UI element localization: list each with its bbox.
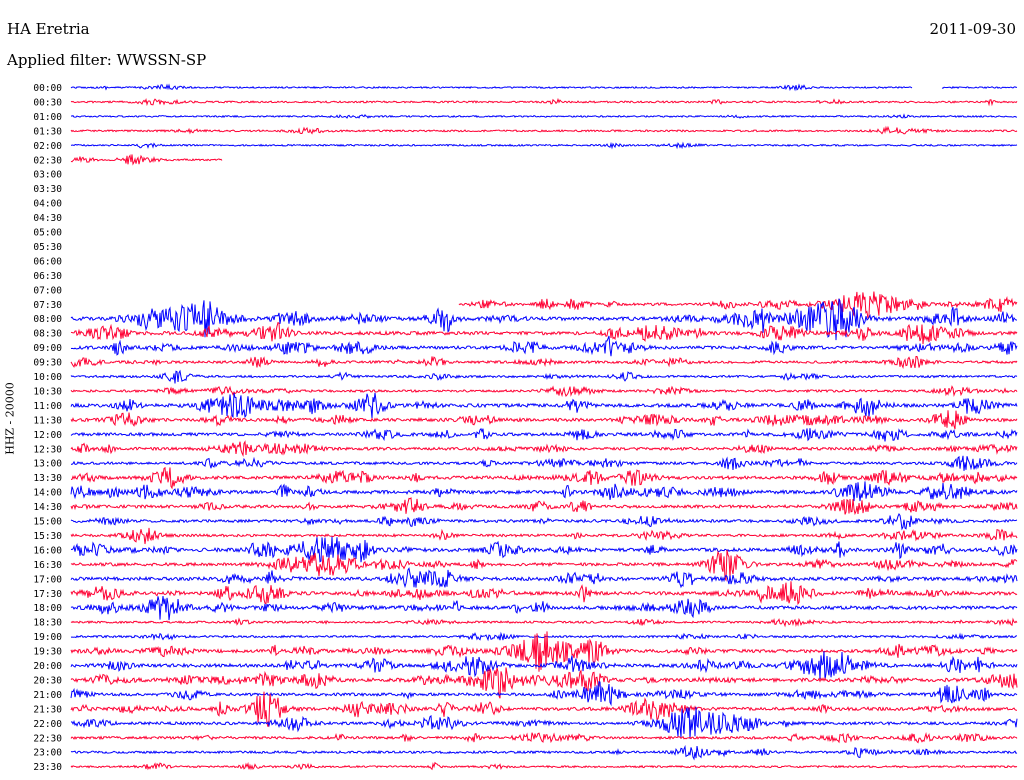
seismogram-trace-0030 (70, 97, 1018, 107)
time-tick-label: 22:30 (33, 733, 62, 744)
time-tick-label: 18:30 (33, 618, 62, 629)
seismogram-trace-1500 (70, 513, 1018, 531)
seismogram-plot: 00:00 00:30 01:00 01:30 02:00 02:30 03:00 03:30… (33, 83, 1018, 773)
time-tick-label: 05:30 (33, 242, 62, 253)
time-tick-label: 20:00 (33, 661, 62, 672)
seismogram-trace-0200 (70, 141, 1018, 150)
time-tick-label: 04:00 (33, 199, 62, 210)
time-tick-label: 09:00 (33, 343, 62, 354)
time-tick-label: 20:30 (33, 675, 62, 686)
seismogram-trace-2230 (70, 731, 1018, 744)
seismogram-trace-1900 (70, 631, 1018, 642)
seismogram-trace-2100 (70, 681, 1018, 707)
time-tick-label: 11:30 (33, 415, 62, 426)
seismogram-trace-0900 (70, 335, 1018, 357)
time-tick-label: 21:00 (33, 690, 62, 701)
time-tick-label: 14:30 (33, 502, 62, 513)
seismogram-trace-1230 (70, 440, 1018, 458)
seismogram-trace-1730 (70, 581, 1018, 606)
seismogram-trace-1000 (70, 369, 1018, 384)
seismogram-trace-1130 (70, 410, 1018, 430)
time-tick-label: 15:30 (33, 531, 62, 542)
time-tick-label: 02:00 (33, 141, 62, 152)
seismogram-trace-1700 (70, 567, 1018, 589)
seismogram-trace-1400 (70, 481, 1018, 502)
time-tick-label: 17:30 (33, 589, 62, 600)
time-tick-label: 06:00 (33, 256, 62, 267)
time-tick-label: 15:00 (33, 517, 62, 528)
seismogram-trace-1330 (71, 466, 1018, 490)
time-tick-label: 09:30 (33, 358, 62, 369)
seismogram-trace-0130 (70, 125, 1018, 135)
time-tick-label: 07:00 (33, 285, 62, 296)
seismogram-trace-2330 (70, 761, 1018, 771)
seismogram-trace-1600 (70, 536, 1018, 563)
time-tick-label: 23:30 (33, 762, 62, 773)
seismogram-trace-1630 (70, 549, 1018, 582)
time-tick-label: 06:30 (33, 271, 62, 282)
seismogram-trace-1800 (70, 595, 1018, 621)
time-tick-label: 08:00 (33, 314, 62, 325)
seismogram-trace-1530 (70, 527, 1018, 545)
seismogram-trace-0930 (70, 355, 1018, 369)
time-tick-label: 04:30 (33, 213, 62, 224)
time-tick-label: 12:30 (33, 444, 62, 455)
time-tick-label: 14:00 (33, 488, 62, 499)
seismogram-trace-1830 (70, 617, 1018, 628)
seismogram-trace-1100 (70, 392, 1018, 419)
time-tick-label: 11:00 (33, 401, 62, 412)
seismogram-trace-2030 (70, 667, 1018, 699)
time-tick-label: 00:00 (33, 83, 62, 94)
time-tick-label: 16:30 (33, 560, 62, 571)
time-tick-label: 21:30 (33, 704, 62, 715)
time-tick-label: 10:30 (33, 386, 62, 397)
seismogram-trace-0730 (458, 291, 1018, 319)
time-tick-label: 00:30 (33, 97, 62, 108)
seismogram-trace-1200 (70, 427, 1018, 442)
time-tick-label: 13:30 (33, 473, 62, 484)
time-tick-label: 17:00 (33, 574, 62, 585)
seismogram-trace-0830 (70, 321, 1018, 345)
time-tick-label: 05:00 (33, 228, 62, 239)
time-tick-label: 22:00 (33, 719, 62, 730)
time-tick-label: 02:30 (33, 155, 62, 166)
time-tick-label: 10:00 (33, 372, 62, 383)
time-tick-label: 16:00 (33, 545, 62, 556)
time-tick-label: 19:00 (33, 632, 62, 643)
time-tick-label: 23:00 (33, 748, 62, 759)
seismogram-trace-0230 (70, 154, 223, 166)
seismogram-trace-1300 (70, 455, 1018, 471)
time-tick-label: 13:00 (33, 459, 62, 470)
seismogram-trace-0100 (70, 113, 1018, 119)
seismogram-trace-1430 (70, 497, 1018, 516)
time-tick-label: 12:00 (33, 430, 62, 441)
time-tick-label: 03:00 (33, 170, 62, 181)
time-tick-label: 07:30 (33, 300, 62, 311)
seismogram-trace-0000 (70, 83, 1018, 92)
seismogram-trace-2300 (70, 744, 1018, 761)
seismogram-trace-2200 (70, 706, 1018, 739)
time-tick-label: 01:30 (33, 126, 62, 137)
time-tick-label: 19:30 (33, 647, 62, 658)
seismogram-trace-1030 (70, 385, 1018, 398)
time-tick-label: 03:30 (33, 184, 62, 195)
time-tick-label: 08:30 (33, 329, 62, 340)
time-tick-label: 18:00 (33, 603, 62, 614)
time-tick-label: 01:00 (33, 112, 62, 123)
